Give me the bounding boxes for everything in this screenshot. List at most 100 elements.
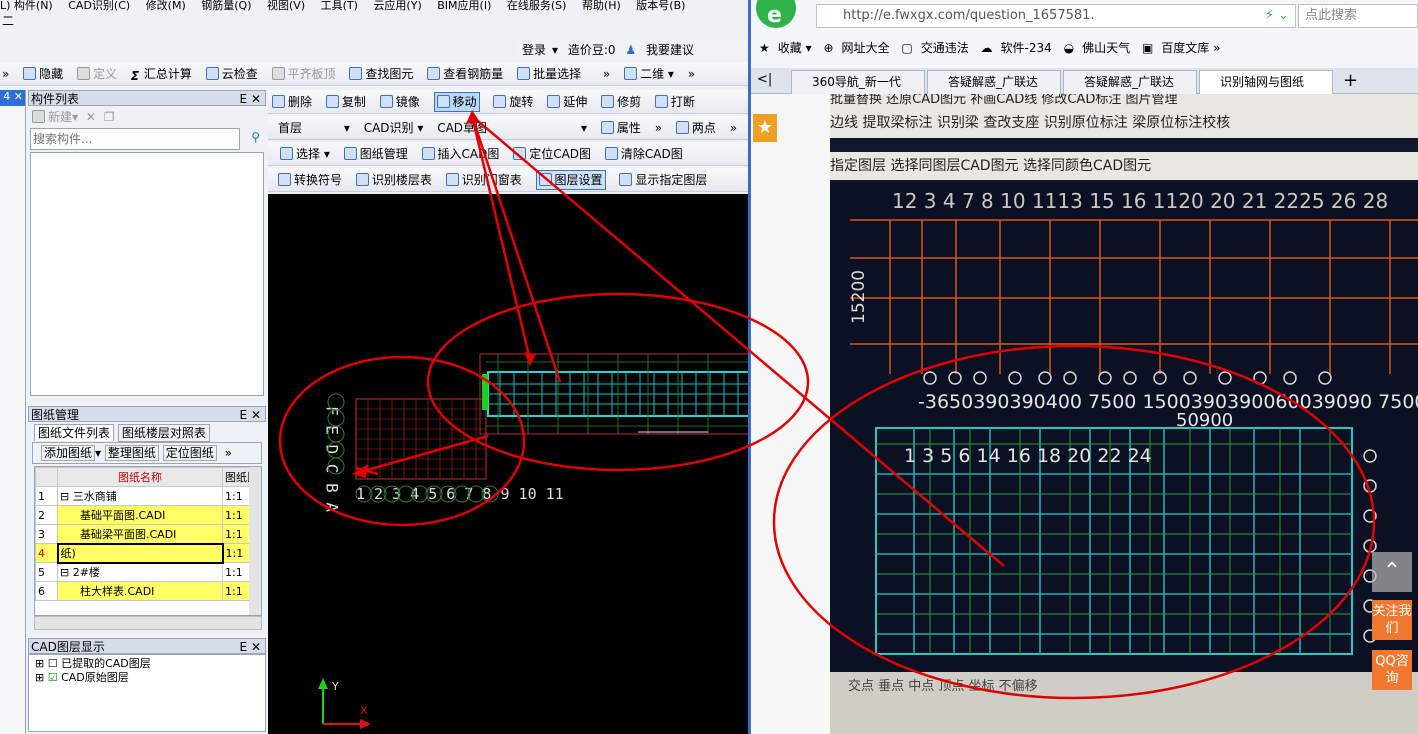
tab-drawing-list[interactable]: 图纸文件列表 xyxy=(34,424,115,441)
two-point-button[interactable]: 两点 xyxy=(675,116,716,140)
close-icon[interactable]: ⴹ ✕ xyxy=(240,91,261,107)
select-button[interactable]: 选择 ▾ xyxy=(280,142,330,166)
ucs-axis-icon: Y X xyxy=(318,678,371,729)
bookmark-item[interactable]: ☁ 软件-234 xyxy=(981,41,1052,55)
arrange-drawing-button[interactable]: 整理图纸 xyxy=(104,445,159,461)
scroll-top-icon[interactable]: ⌃ xyxy=(1372,552,1412,592)
browser-tab[interactable]: 答疑解惑_广联达 xyxy=(1063,70,1197,94)
table-row[interactable]: 2 基础平面图.CADI 1:1 xyxy=(35,505,261,525)
convert-symbol-button[interactable]: 转换符号 xyxy=(278,168,342,192)
extend-icon xyxy=(547,95,561,108)
bookmark-item[interactable]: ◒ 佛山天气 xyxy=(1064,41,1131,55)
table-row[interactable]: 1 ⊟ 三水商铺 1:1 xyxy=(35,486,261,506)
menu-item[interactable]: 视图(V) xyxy=(267,0,305,12)
photo-dim-row: -3650390390400 7500 1500390390060039090 … xyxy=(918,391,1418,413)
drawing-mgmt-header: 图纸管理 ⴹ ✕ xyxy=(28,406,266,422)
bookmark-item[interactable]: ★ 收藏 ▾ xyxy=(759,41,812,55)
delete-button[interactable]: 删除 xyxy=(272,90,312,114)
tab-floor-map[interactable]: 图纸楼层对照表 xyxy=(117,424,210,442)
browser-search-input[interactable]: 点此搜索 xyxy=(1298,4,1418,28)
trim-button[interactable]: 修剪 xyxy=(601,90,641,114)
qq-consult-button[interactable]: QQ咨询 xyxy=(1372,650,1412,690)
find-element-button[interactable]: 查找图元 xyxy=(349,62,413,86)
suggest-button[interactable]: 我要建议 xyxy=(646,43,694,57)
clear-cad-button[interactable]: 清除CAD图 xyxy=(604,142,683,166)
recog-door-table-button[interactable]: 识别门窗表 xyxy=(445,168,522,192)
menu-item[interactable]: 云应用(Y) xyxy=(373,0,421,12)
cad-sketch-select[interactable]: CAD草图 xyxy=(437,116,567,140)
copy-icon[interactable]: ❐ xyxy=(104,110,115,124)
cad-recog-select[interactable]: CAD识别 ▾ xyxy=(364,116,424,140)
menu-item[interactable]: 帮助(H) xyxy=(582,0,621,12)
menu-item[interactable]: 工具(T) xyxy=(321,0,358,12)
component-search-input[interactable] xyxy=(30,128,240,150)
left-strip: 4 ✕ xyxy=(0,90,26,734)
locate-cad-button[interactable]: 定位CAD图 xyxy=(513,142,591,166)
table-row[interactable]: 6 柱大样表.CADI 1:1 xyxy=(35,581,261,601)
close-icon[interactable]: ⴹ ✕ xyxy=(240,407,261,423)
menu-item[interactable]: BIM应用(I) xyxy=(437,0,491,12)
locate-icon xyxy=(513,147,527,160)
search-icon[interactable]: ⚲ xyxy=(251,130,260,144)
horizontal-scrollbar[interactable] xyxy=(34,616,262,630)
break-button[interactable]: 打断 xyxy=(654,90,695,114)
add-drawing-button[interactable]: 添加图纸 xyxy=(41,445,96,461)
browser-tab-active[interactable]: 识别轴网与图纸 xyxy=(1199,70,1333,94)
align-slab-button[interactable]: 平齐板顶 xyxy=(271,62,336,86)
layer-extracted[interactable]: ⊞ ☐ 已提取的CAD图层 xyxy=(35,657,259,671)
menu-item[interactable]: 钢筋量(Q) xyxy=(201,0,251,12)
bookmark-bar: ★ 收藏 ▾ ⊕ 网址大全 ▢ 交通违法 ☁ 软件-234 ◒ 佛山天气 ▣ 百度文库 » xyxy=(751,36,1418,60)
menu-item[interactable]: 修改(M) xyxy=(146,0,186,12)
copy-button[interactable]: 复制 xyxy=(325,90,366,114)
show-layer-button[interactable]: 显示指定图层 xyxy=(619,168,707,192)
layer-original[interactable]: ⊞ ☑ CAD原始图层 xyxy=(35,671,259,685)
view-rebar-button[interactable]: 查看钢筋量 xyxy=(427,62,503,86)
drawing-mgmt-button[interactable]: 图纸管理 xyxy=(343,142,408,166)
rotate-button[interactable]: 旋转 xyxy=(493,90,533,114)
login-bar: 登录 ▾ 造价豆:0 ♟ 我要建议 xyxy=(516,40,748,60)
follow-us-button[interactable]: 关注我们 xyxy=(1372,600,1412,640)
cloud-check-button[interactable]: 云检查 xyxy=(205,62,258,86)
locate-drawing-button[interactable]: 定位图纸 xyxy=(162,445,217,461)
table-row[interactable]: 3 基础梁平面图.CADI 1:1 xyxy=(35,524,261,544)
layer-settings-button[interactable]: 图层设置 xyxy=(535,170,606,190)
insert-cad-button[interactable]: 插入CAD图 xyxy=(421,142,499,166)
mirror-button[interactable]: 镜像 xyxy=(379,90,420,114)
floor-select[interactable]: 首层 xyxy=(278,116,330,140)
hide-button[interactable]: 隐藏 xyxy=(23,62,63,86)
speed-icon[interactable]: ⚡ ⌄ xyxy=(1265,5,1289,27)
login-button[interactable]: 登录 xyxy=(522,43,546,57)
table-row[interactable]: 4 纸) 1:1 xyxy=(35,542,261,564)
summary-calc-button[interactable]: Σ 汇总计算 xyxy=(131,62,192,86)
recog-floor-table-button[interactable]: 识别楼层表 xyxy=(355,168,432,192)
close-icon[interactable]: ⴹ ✕ xyxy=(240,639,261,655)
browser-tab[interactable]: 答疑解惑_广联达 xyxy=(927,70,1061,94)
move-button[interactable]: 移动 xyxy=(433,92,480,112)
address-bar[interactable]: http://e.fwxgx.com/question_1657581. ⚡ ⌄ xyxy=(816,4,1296,28)
vertical-scrollbar[interactable] xyxy=(249,467,261,615)
cad-canvas[interactable]: F E D C B A 1 2 3 4 5 6 7 8 9 10 11 Y X xyxy=(268,194,748,734)
batch-select-button[interactable]: 批量选择 xyxy=(517,62,581,86)
strip-close-icon[interactable]: 4 ✕ xyxy=(0,90,25,106)
star-icon[interactable]: ★ xyxy=(753,114,777,142)
component-list-title: 构件列表 xyxy=(31,92,80,106)
menu-item[interactable]: 版本号(B) xyxy=(636,0,685,12)
browser-tab[interactable]: 360导航_新一代 xyxy=(791,70,925,94)
tab-left-arrow-icon[interactable]: <| xyxy=(757,72,772,87)
delete-icon[interactable]: ✕ xyxy=(86,110,96,124)
bookmark-item[interactable]: ▢ 交通违法 xyxy=(901,41,968,55)
new-button[interactable]: 新建▾ xyxy=(32,110,78,124)
drawing-buttons: 添加图纸 ▾ 整理图纸 定位图纸 » xyxy=(32,442,262,464)
bookmark-item[interactable]: ▣ 百度文库 » xyxy=(1142,41,1221,55)
new-tab-icon[interactable]: + xyxy=(1343,70,1358,91)
define-button[interactable]: 定义 xyxy=(77,62,117,86)
view-2d-dropdown[interactable]: 二维 ▾ xyxy=(624,62,674,86)
bookmark-item[interactable]: ⊕ 网址大全 xyxy=(823,41,889,55)
bell-icon[interactable]: ♟ xyxy=(625,43,636,57)
table-row[interactable]: 5 ⊟ 2#楼 1:1 xyxy=(35,562,261,582)
menu-item[interactable]: L) 构件(N) xyxy=(0,0,53,12)
extend-button[interactable]: 延伸 xyxy=(547,90,587,114)
menu-item[interactable]: 在线服务(S) xyxy=(507,0,567,12)
menu-item[interactable]: CAD识别(C) xyxy=(68,0,130,12)
props-button[interactable]: 属性 xyxy=(600,116,641,140)
